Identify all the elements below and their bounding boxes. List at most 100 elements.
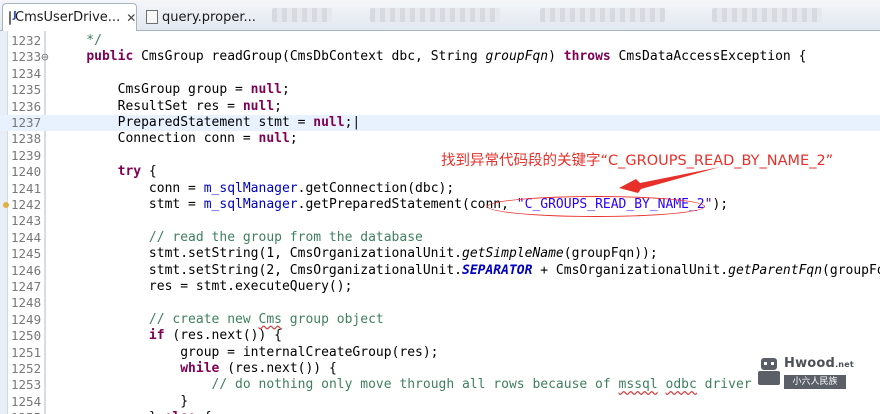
code-token: (groupFqn));: [563, 246, 658, 262]
code-line[interactable]: 1248: [0, 295, 880, 311]
code-token: throws: [563, 49, 611, 65]
code-editor[interactable]: 1232 */1233⊖ public CmsGroup readGroup(C…: [0, 31, 880, 414]
line-number: 1251: [11, 344, 42, 360]
code-line[interactable]: 1242 stmt = m_sqlManager.getPreparedStat…: [0, 197, 880, 213]
code-token: (groupFqn));: [822, 262, 880, 278]
tab-cms-user-driver[interactable]: CmsUserDrive... ✕: [2, 3, 137, 31]
line-number: 1240: [11, 164, 42, 180]
line-number: 1247: [11, 279, 42, 294]
code-line[interactable]: 1232 */: [0, 33, 880, 49]
code-token: else: [165, 410, 196, 414]
code-line[interactable]: 1237 PreparedStatement stmt = null;|: [0, 115, 880, 132]
code-token: ;: [274, 98, 282, 114]
line-number: 1252: [11, 361, 42, 376]
line-number: 1233⊖: [11, 49, 49, 65]
tab-query-properties[interactable]: query.proper...: [140, 3, 270, 31]
code-text: // do nothing only move through all rows…: [55, 377, 752, 393]
code-token: }: [55, 393, 189, 409]
code-token: while: [180, 361, 220, 376]
line-number: 1234: [11, 65, 42, 81]
code-line[interactable]: 1250 if (res.next()) {: [0, 328, 880, 344]
code-token: null: [242, 98, 275, 114]
code-token: {: [141, 164, 157, 180]
code-line[interactable]: 1243: [0, 213, 880, 229]
code-line[interactable]: 1255 } else {: [0, 410, 880, 414]
line-number: 1237: [11, 115, 42, 130]
code-line[interactable]: 1241 conn = m_sqlManager.getConnection(d…: [0, 181, 880, 197]
code-token: + CmsOrganizationalUnit.: [532, 262, 729, 278]
code-token: m_sqlManager: [203, 180, 298, 196]
code-text: } else {: [55, 410, 212, 414]
code-token: PreparedStatement stmt =: [55, 115, 314, 130]
robot-icon: [758, 358, 780, 388]
code-line[interactable]: 1233⊖ public CmsGroup readGroup(CmsDbCon…: [0, 49, 880, 65]
code-line[interactable]: 1251 group = internalCreateGroup(res);: [0, 345, 880, 361]
line-number: 1243: [11, 213, 42, 229]
line-number: 1246: [11, 262, 42, 278]
code-token: .getConnection(dbc);: [297, 180, 455, 196]
code-line[interactable]: 1249 // create new Cms group object: [0, 312, 880, 328]
close-icon[interactable]: ✕: [126, 11, 136, 25]
editor-tab-bar: CmsUserDrive... ✕ query.proper...: [0, 0, 880, 31]
line-number: 1253: [11, 377, 42, 393]
code-line[interactable]: 1247 res = stmt.executeQuery();: [0, 279, 880, 295]
code-text: while (res.next()) {: [55, 361, 337, 377]
code-token: Cms: [258, 311, 282, 327]
line-number: 1232: [11, 33, 42, 48]
line-number: 1245: [11, 246, 42, 262]
code-text: Connection conn = null;: [55, 131, 298, 147]
code-line[interactable]: 1236 ResultSet res = null;: [0, 99, 880, 115]
redacted-tab: [540, 8, 665, 22]
code-text: res = stmt.executeQuery();: [55, 279, 353, 295]
watermark-subtitle: 小六人民族: [784, 375, 846, 389]
code-token: group = internalCreateGroup(res);: [55, 344, 439, 360]
code-line[interactable]: 1246 stmt.setString(2, CmsOrganizational…: [0, 263, 880, 279]
code-token: .getPreparedStatement(conn,: [297, 197, 517, 212]
code-token: // do nothing only move through all rows…: [211, 377, 619, 393]
code-text: try {: [55, 164, 157, 180]
code-token: stmt =: [55, 197, 204, 212]
code-token: ): [548, 49, 564, 65]
code-text: PreparedStatement stmt = null;|: [55, 115, 361, 131]
code-token: */: [55, 33, 102, 48]
code-text: }: [55, 394, 188, 410]
code-token: stmt.setString(1, CmsOrganizationalUnit.: [55, 246, 462, 262]
code-text: if (res.next()) {: [55, 328, 282, 344]
line-number: 1249: [11, 311, 42, 327]
code-line[interactable]: 1252 while (res.next()) {: [0, 361, 880, 377]
code-line[interactable]: 1253 // do nothing only move through all…: [0, 377, 880, 393]
code-line[interactable]: 1245 stmt.setString(1, CmsOrganizational…: [0, 246, 880, 262]
code-token: (res.next()) {: [164, 328, 282, 344]
code-token: ;|: [344, 115, 361, 130]
code-line[interactable]: 1234: [0, 66, 880, 82]
line-number: 1239: [11, 147, 42, 163]
watermark-brand: Hwood.net: [784, 356, 854, 371]
code-token: m_sqlManager: [203, 197, 298, 212]
code-token: null: [250, 82, 282, 98]
code-token: // create new: [148, 311, 259, 327]
code-line[interactable]: 1254 }: [0, 394, 880, 410]
line-number: 1255: [11, 410, 45, 414]
code-token: odbc: [665, 377, 697, 393]
line-number: 1248: [11, 295, 42, 311]
code-token: conn =: [55, 180, 204, 196]
code-line[interactable]: 1238 Connection conn = null;: [0, 131, 880, 147]
code-line[interactable]: 1244 // read the group from the database: [0, 230, 880, 246]
code-token: getParentFqn: [728, 262, 823, 278]
tab-label: query.proper...: [162, 9, 256, 25]
code-token: CmsGroup readGroup(CmsDbContext dbc, Str…: [133, 49, 486, 65]
code-token: mssql: [618, 377, 658, 393]
code-text: group = internalCreateGroup(res);: [55, 344, 439, 361]
code-line[interactable]: 1235 CmsGroup group = null;: [0, 82, 880, 98]
code-token: );: [712, 197, 729, 212]
code-token: null: [313, 115, 345, 130]
code-text: CmsGroup group = null;: [55, 82, 290, 98]
java-file-icon: [9, 10, 17, 25]
code-token: try: [117, 164, 142, 180]
code-token: {: [196, 410, 212, 414]
